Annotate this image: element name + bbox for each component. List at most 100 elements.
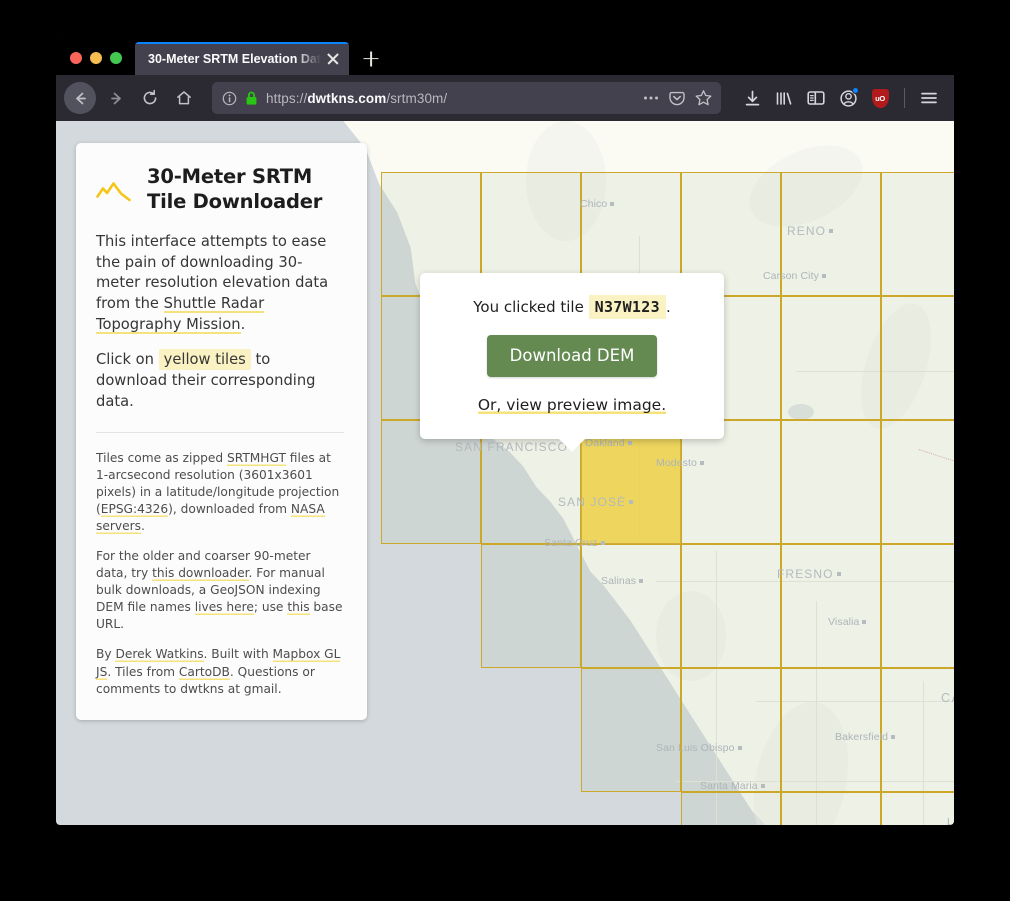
details-paragraph-3: By Derek Watkins. Built with Mapbox GL J… <box>96 646 344 697</box>
minimize-window-button[interactable] <box>90 52 102 64</box>
sidebar-icon <box>807 91 825 105</box>
sidebar-toggle-button[interactable] <box>801 83 831 113</box>
reload-icon <box>143 89 157 105</box>
city-dot <box>891 735 896 739</box>
city-name: Carson City <box>763 270 819 282</box>
city-dot <box>610 202 615 206</box>
url-path: /srtm30m/ <box>386 90 448 106</box>
epsg-link[interactable]: EPSG:4326 <box>100 501 169 517</box>
url-scheme: https:// <box>266 90 308 106</box>
account-button[interactable] <box>833 83 863 113</box>
arrow-left-icon <box>75 92 86 104</box>
city-dot <box>699 461 704 465</box>
panel-header: 30-Meter SRTM Tile Downloader <box>96 164 344 215</box>
lake <box>788 404 814 420</box>
cartodb-link[interactable]: CartoDB <box>178 664 230 680</box>
new-tab-button[interactable] <box>354 42 388 75</box>
app-menu-button[interactable] <box>914 83 944 113</box>
road <box>656 581 954 582</box>
city-name: RENO <box>787 224 827 238</box>
city-label: RENO <box>787 224 834 238</box>
city-label: Carson City <box>763 270 826 282</box>
close-window-button[interactable] <box>70 52 82 64</box>
forward-button[interactable] <box>100 82 132 114</box>
city-label: Las <box>947 816 954 825</box>
panel-title: 30-Meter SRTM Tile Downloader <box>147 165 323 214</box>
road <box>796 371 954 372</box>
lives-here-link[interactable]: lives here <box>194 600 254 616</box>
popup-tail <box>558 438 586 452</box>
arrow-right-icon <box>110 92 121 104</box>
home-icon <box>177 91 191 105</box>
back-button[interactable] <box>64 82 96 114</box>
road <box>816 601 817 825</box>
page-actions-icon[interactable] <box>642 91 660 105</box>
state-label: CALIFORNIA <box>941 691 954 705</box>
home-button[interactable] <box>168 82 200 114</box>
download-icon <box>745 90 759 105</box>
reload-button[interactable] <box>134 82 166 114</box>
city-label: Modesto <box>656 457 704 469</box>
browser-tab-active[interactable]: 30-Meter SRTM Elevation Data Downloader <box>135 42 349 75</box>
hamburger-menu-icon <box>921 92 937 104</box>
this-downloader-link[interactable]: this downloader <box>152 566 249 582</box>
city-dot <box>829 229 834 233</box>
base-url-link[interactable]: this <box>287 600 310 616</box>
city-label: SAN FRANCISCO <box>455 440 575 454</box>
panel-divider <box>96 431 344 433</box>
tab-strip: 30-Meter SRTM Elevation Data Downloader <box>56 36 954 75</box>
shield-icon: uO <box>871 88 889 108</box>
window-controls <box>56 52 135 75</box>
panel-details: Tiles come as zipped SRTMHGT files at 1-… <box>96 450 344 698</box>
ublock-extension-button[interactable]: uO <box>865 83 895 113</box>
tab-close-icon[interactable] <box>323 49 343 69</box>
tile[interactable] <box>481 544 581 668</box>
panel-body: This interface attempts to ease the pain… <box>96 232 344 413</box>
city-dot <box>629 500 634 504</box>
d3b: . Built with <box>203 647 273 662</box>
city-label: Visalia <box>828 616 867 628</box>
tile-code-badge: N37W123 <box>588 295 666 319</box>
derek-watkins-link[interactable]: Derek Watkins <box>115 647 204 663</box>
details-paragraph-2: For the older and coarser 90-meter data,… <box>96 548 344 633</box>
popup-suffix: . <box>665 298 671 316</box>
click-text-a: Click on <box>96 351 159 369</box>
tab-title: 30-Meter SRTM Elevation Data Downloader <box>148 51 323 66</box>
account-notification-dot <box>852 87 859 94</box>
city-name: Santa Maria <box>700 780 758 792</box>
road <box>923 681 924 825</box>
city-dot <box>600 541 605 545</box>
pocket-icon[interactable] <box>668 90 686 107</box>
city-label: San Luis Obispo <box>656 742 742 754</box>
address-bar[interactable]: https://dwtkns.com/srtm30m/ <box>212 82 721 114</box>
city-label: SAN JOSÉ <box>558 495 634 509</box>
city-name: Las <box>947 816 954 825</box>
srtmhgt-link[interactable]: SRTMHGT <box>227 450 286 466</box>
popup-prefix: You clicked tile <box>473 298 589 316</box>
url-host: dwtkns.com <box>307 90 387 106</box>
bookmark-star-icon[interactable] <box>694 89 713 107</box>
maximize-window-button[interactable] <box>110 52 122 64</box>
intro-paragraph: This interface attempts to ease the pain… <box>96 232 344 336</box>
download-dem-button[interactable]: Download DEM <box>486 335 658 377</box>
city-name: SAN JOSÉ <box>558 495 627 509</box>
url-text: https://dwtkns.com/srtm30m/ <box>266 91 634 106</box>
d2c: ; use <box>253 600 288 615</box>
city-name: SAN FRANCISCO <box>455 440 568 454</box>
city-dot <box>737 746 742 750</box>
city-name: Salinas <box>601 575 637 587</box>
preview-image-link[interactable]: Or, view preview image. <box>477 396 667 414</box>
city-name: San Luis Obispo <box>656 742 735 754</box>
city-dot <box>639 579 644 583</box>
padlock-icon[interactable] <box>245 91 258 106</box>
browser-toolbar-icons: uO <box>737 83 944 113</box>
toolbar-divider <box>904 88 905 108</box>
tile[interactable] <box>581 668 681 792</box>
page-info-icon[interactable] <box>222 91 237 106</box>
instruction-paragraph: Click on yellow tiles to download their … <box>96 349 344 413</box>
d1d: . <box>140 519 145 533</box>
downloads-button[interactable] <box>737 83 767 113</box>
terrain-shade <box>526 121 606 241</box>
library-button[interactable] <box>769 83 799 113</box>
yellow-tiles-highlight: yellow tiles <box>158 349 251 371</box>
